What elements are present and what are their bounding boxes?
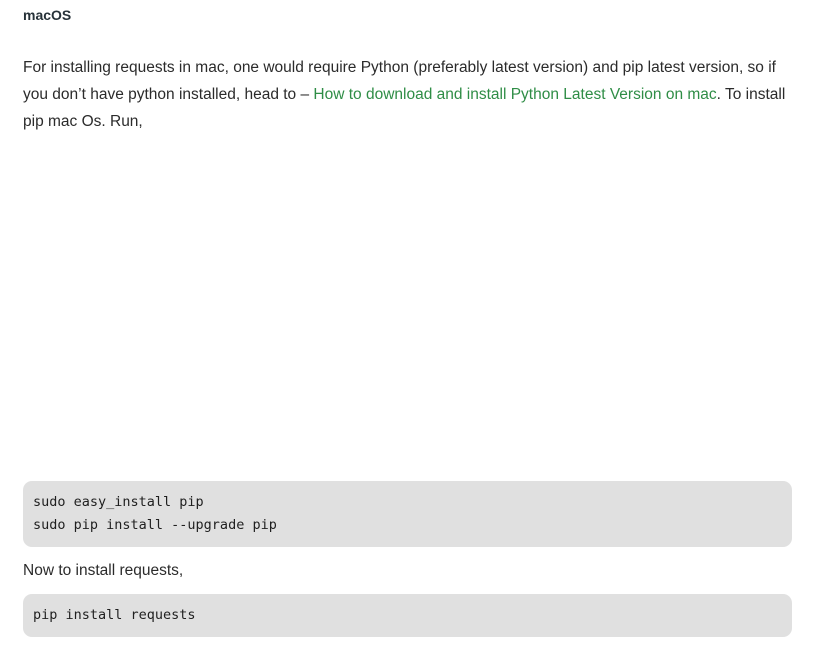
section-heading: macOS [23,7,72,23]
code-line: sudo pip install --upgrade pip [33,517,277,533]
python-install-link[interactable]: How to download and install Python Lates… [313,86,716,103]
code-block-requests-install[interactable]: pip install requests [23,594,792,637]
code-line: sudo easy_install pip [33,494,204,510]
code-line: pip install requests [33,607,196,623]
blank-ad-space [23,150,792,470]
code-block-pip-install[interactable]: sudo easy_install pip sudo pip install -… [23,481,792,547]
requests-intro-paragraph: Now to install requests, [23,562,184,579]
intro-paragraph: For installing requests in mac, one woul… [23,54,792,135]
